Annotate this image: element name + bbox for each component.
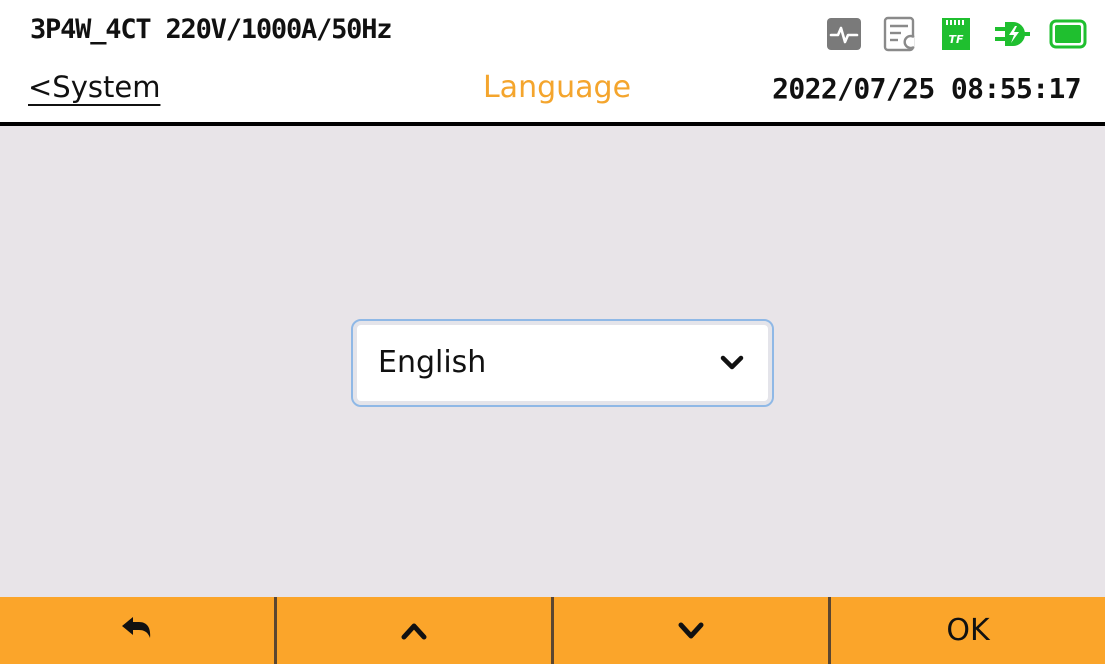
ok-button[interactable]: OK (828, 597, 1105, 664)
battery-icon (1049, 19, 1087, 49)
datetime-display: 2022/07/25 08:55:17 (772, 72, 1082, 105)
waveform-icon (827, 18, 861, 50)
main-content: English (0, 126, 1105, 597)
wiring-config-label: 3P4W_4CT 220V/1000A/50Hz (30, 14, 393, 45)
up-button[interactable] (274, 597, 551, 664)
back-return-icon (122, 616, 151, 638)
softkey-bar: OK (0, 597, 1105, 664)
page-title: Language (482, 70, 632, 105)
language-select-value: English (378, 345, 487, 380)
status-header: 3P4W_4CT 220V/1000A/50Hz TF <System Lang… (0, 0, 1105, 122)
power-plug-icon (995, 22, 1030, 46)
status-icons: TF (825, 12, 1087, 56)
down-arrow-icon (678, 622, 704, 638)
sd-card-text: TF (948, 33, 964, 46)
chevron-down-icon (720, 355, 744, 370)
back-button[interactable] (0, 597, 274, 664)
log-icon (883, 16, 915, 52)
language-select[interactable]: English (351, 319, 774, 407)
down-button[interactable] (551, 597, 828, 664)
back-to-system-link[interactable]: <System (28, 70, 160, 104)
sd-card-icon: TF (942, 18, 970, 50)
up-arrow-icon (401, 623, 427, 639)
ok-button-label: OK (946, 613, 990, 648)
